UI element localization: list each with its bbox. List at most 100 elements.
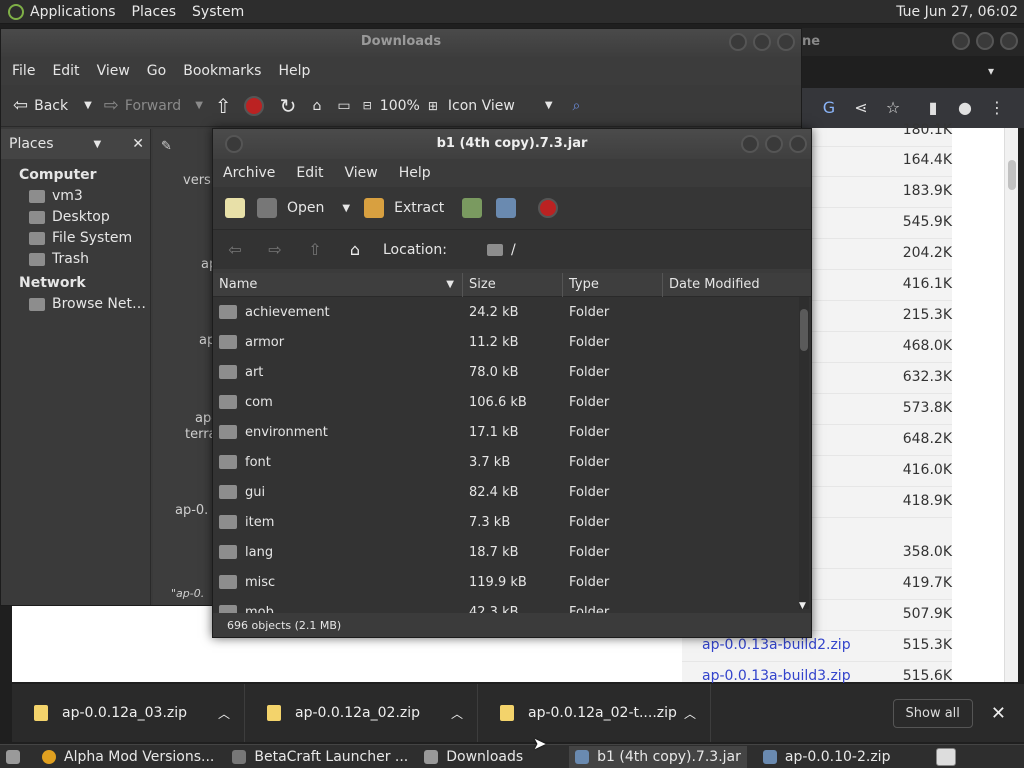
up-arrow-icon[interactable]: ⇧ bbox=[215, 94, 232, 118]
workspace-switcher[interactable] bbox=[930, 746, 962, 768]
page-scrollbar-thumb[interactable] bbox=[1008, 160, 1016, 190]
task-betacraft[interactable]: BetaCraft Launcher ... bbox=[226, 746, 414, 768]
minimize-button[interactable] bbox=[729, 33, 747, 51]
search-icon[interactable]: ⌕ bbox=[573, 98, 581, 114]
back-arrow-icon[interactable]: ⇦ bbox=[225, 240, 245, 259]
menu-edit[interactable]: Edit bbox=[52, 63, 79, 79]
tab-dropdown-icon[interactable]: ▾ bbox=[988, 64, 994, 78]
table-row[interactable]: gui 82.4 kB Folder bbox=[213, 477, 811, 507]
table-row[interactable]: com 106.6 kB Folder bbox=[213, 387, 811, 417]
close-icon[interactable]: ✕ bbox=[132, 136, 144, 152]
download-link[interactable]: ap-0.0.13a-build2.zip bbox=[702, 637, 851, 653]
zoom-out-icon[interactable]: ⊟ bbox=[363, 99, 372, 112]
column-name[interactable]: Name ▼ bbox=[213, 273, 463, 297]
table-row[interactable]: lang 18.7 kB Folder bbox=[213, 537, 811, 567]
share-icon[interactable]: ⋖ bbox=[852, 99, 870, 117]
clock[interactable]: Tue Jun 27, 06:02 bbox=[896, 4, 1018, 20]
open-button[interactable]: Open bbox=[287, 200, 324, 216]
page-scrollbar[interactable] bbox=[1004, 128, 1018, 682]
back-dropdown-icon[interactable]: ▼ bbox=[84, 100, 92, 111]
kebab-menu-icon[interactable]: ⋮ bbox=[988, 99, 1006, 117]
sidebar-header-label[interactable]: Places bbox=[9, 136, 54, 152]
menu-edit[interactable]: Edit bbox=[296, 165, 323, 181]
profile-icon[interactable]: ● bbox=[956, 99, 974, 117]
menu-places[interactable]: Places bbox=[132, 4, 177, 20]
download-item[interactable]: ap-0.0.12a_03.zip ︿ bbox=[12, 684, 245, 742]
add-folder-icon[interactable] bbox=[496, 198, 517, 218]
minimize-button[interactable] bbox=[741, 135, 759, 153]
task-downloads[interactable]: Downloads bbox=[418, 746, 529, 768]
zoom-in-icon[interactable]: ⊞ bbox=[428, 99, 438, 113]
column-size[interactable]: Size bbox=[463, 273, 563, 297]
sidebar-item-trash[interactable]: Trash bbox=[1, 246, 150, 267]
chevron-up-icon[interactable]: ︿ bbox=[684, 705, 696, 722]
column-type[interactable]: Type bbox=[563, 273, 663, 297]
edit-location-icon[interactable]: ✎ bbox=[161, 139, 172, 154]
table-row[interactable]: art 78.0 kB Folder bbox=[213, 357, 811, 387]
extract-icon[interactable] bbox=[364, 198, 385, 218]
view-mode[interactable]: Icon View bbox=[448, 98, 515, 114]
stop-button[interactable] bbox=[243, 95, 264, 116]
menu-help[interactable]: Help bbox=[399, 165, 431, 181]
close-button[interactable] bbox=[789, 135, 807, 153]
chevron-up-icon[interactable]: ︿ bbox=[451, 705, 463, 722]
forward-arrow-icon[interactable]: ⇨ bbox=[265, 240, 285, 259]
google-icon[interactable]: G bbox=[820, 99, 838, 117]
stop-icon[interactable] bbox=[538, 198, 559, 218]
reload-icon[interactable]: ↻ bbox=[280, 94, 297, 118]
new-archive-icon[interactable] bbox=[225, 198, 245, 218]
table-row[interactable]: armor 11.2 kB Folder bbox=[213, 327, 811, 357]
download-item[interactable]: ap-0.0.12a_02-t....zip ︿ bbox=[478, 684, 711, 742]
sidebar-item-browse-network[interactable]: Browse Net… bbox=[1, 291, 150, 312]
table-row[interactable]: achievement 24.2 kB Folder bbox=[213, 297, 811, 327]
download-link[interactable]: ap-0.0.13a-build3.zip bbox=[702, 668, 851, 684]
chevron-up-icon[interactable]: ︿ bbox=[218, 705, 230, 722]
close-button[interactable] bbox=[777, 33, 795, 51]
back-button[interactable]: ⇦ Back ▼ bbox=[13, 95, 92, 116]
menu-go[interactable]: Go bbox=[147, 63, 166, 79]
up-arrow-icon[interactable]: ⇧ bbox=[305, 240, 325, 259]
computer-icon[interactable]: ▭ bbox=[337, 98, 350, 114]
window-menu-button[interactable] bbox=[225, 135, 243, 153]
home-icon[interactable]: ⌂ bbox=[345, 240, 365, 259]
show-desktop-button[interactable] bbox=[0, 746, 26, 768]
table-row[interactable]: font 3.7 kB Folder bbox=[213, 447, 811, 477]
maximize-button[interactable] bbox=[976, 32, 994, 50]
home-icon[interactable]: ⌂ bbox=[312, 98, 321, 114]
close-icon[interactable]: ✕ bbox=[991, 703, 1006, 724]
menu-archive[interactable]: Archive bbox=[223, 165, 275, 181]
downloads-title-bar[interactable]: Downloads bbox=[1, 29, 801, 57]
download-item[interactable]: ap-0.0.12a_02.zip ︿ bbox=[245, 684, 478, 742]
open-archive-icon[interactable] bbox=[257, 198, 277, 218]
menu-applications[interactable]: Applications bbox=[30, 4, 116, 20]
sidebar-item-desktop[interactable]: Desktop bbox=[1, 204, 150, 225]
menu-bookmarks[interactable]: Bookmarks bbox=[183, 63, 261, 79]
menu-view[interactable]: View bbox=[97, 63, 130, 79]
view-mode-dropdown-icon[interactable]: ▼ bbox=[545, 100, 553, 111]
menu-file[interactable]: File bbox=[12, 63, 35, 79]
table-row[interactable]: mob 42.3 kB Folder bbox=[213, 597, 811, 613]
distro-logo-icon[interactable] bbox=[8, 3, 24, 20]
forward-button[interactable]: ⇨ Forward ▼ bbox=[104, 95, 203, 116]
table-row[interactable]: misc 119.9 kB Folder bbox=[213, 567, 811, 597]
extract-button[interactable]: Extract bbox=[394, 200, 444, 216]
archive-title-bar[interactable]: b1 (4th copy).7.3.jar bbox=[213, 129, 811, 159]
forward-dropdown-icon[interactable]: ▼ bbox=[195, 100, 203, 111]
show-all-button[interactable]: Show all bbox=[892, 698, 973, 728]
location-value[interactable]: / bbox=[511, 242, 516, 258]
menu-view[interactable]: View bbox=[345, 165, 378, 181]
sidebar-item-vm3[interactable]: vm3 bbox=[1, 183, 150, 204]
scroll-down-icon[interactable]: ▼ bbox=[799, 601, 806, 611]
maximize-button[interactable] bbox=[753, 33, 771, 51]
menu-help[interactable]: Help bbox=[278, 63, 310, 79]
bookmark-star-icon[interactable]: ☆ bbox=[884, 99, 902, 117]
table-row[interactable]: environment 17.1 kB Folder bbox=[213, 417, 811, 447]
task-chrome[interactable]: Alpha Mod Versions... bbox=[36, 746, 220, 768]
task-archive-zip[interactable]: ap-0.0.10-2.zip bbox=[757, 746, 897, 768]
sidebar-dropdown-icon[interactable]: ▼ bbox=[94, 139, 102, 150]
maximize-button[interactable] bbox=[765, 135, 783, 153]
file-list-scrollbar[interactable]: ▼ bbox=[799, 297, 809, 611]
close-button[interactable] bbox=[1000, 32, 1018, 50]
sidepanel-icon[interactable]: ▮ bbox=[924, 99, 942, 117]
open-dropdown-icon[interactable]: ▼ bbox=[342, 203, 350, 214]
